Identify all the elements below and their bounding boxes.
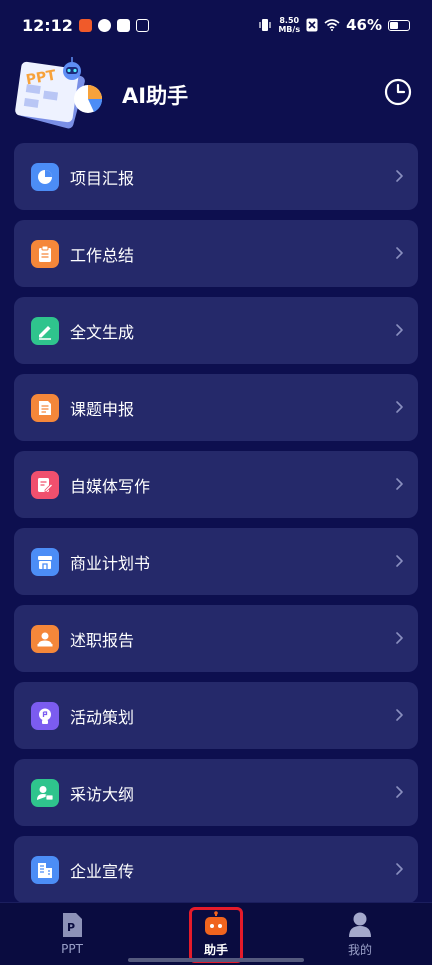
tab-mine[interactable]: 我的 xyxy=(288,903,432,965)
battery-icon xyxy=(388,19,410,31)
menu-list: 项目汇报工作总结全文生成课题申报自媒体写作商业计划书述职报告活动策划采访大纲企业… xyxy=(14,143,418,913)
network-speed-value: 8.50 xyxy=(279,16,300,25)
chevron-right-icon xyxy=(396,863,403,875)
menu-item[interactable]: 企业宣传 xyxy=(14,836,418,903)
clock-icon[interactable] xyxy=(384,78,412,106)
menu-item[interactable]: 商业计划书 xyxy=(14,528,418,595)
clipboard-icon xyxy=(31,239,59,268)
status-left: 12:12 xyxy=(22,16,149,35)
menu-item[interactable]: 活动策划 xyxy=(14,682,418,749)
store-icon xyxy=(31,547,59,576)
menu-item[interactable]: 述职报告 xyxy=(14,605,418,672)
notification-circle-icon xyxy=(97,18,111,32)
ppt-robot-logo xyxy=(15,57,103,129)
menu-item[interactable]: 工作总结 xyxy=(14,220,418,287)
page-title: AI助手 xyxy=(122,84,189,108)
tab-ppt[interactable]: P PPT xyxy=(0,903,144,965)
pencil-icon xyxy=(31,316,59,345)
battery-percent: 46% xyxy=(346,16,382,34)
menu-item[interactable]: 课题申报 xyxy=(14,374,418,441)
chevron-right-icon xyxy=(396,632,403,644)
profile-icon xyxy=(349,912,371,937)
tab-mine-label: 我的 xyxy=(347,942,372,957)
play-icon xyxy=(135,18,149,32)
chevron-right-icon xyxy=(396,247,403,259)
menu-item[interactable]: 采访大纲 xyxy=(14,759,418,826)
lightbulb-icon xyxy=(31,701,59,730)
chevron-right-icon xyxy=(396,555,403,567)
tab-ppt-label: PPT xyxy=(61,942,83,956)
sim-x-icon xyxy=(306,18,318,32)
chevron-right-icon xyxy=(396,324,403,336)
tab-highlight-frame xyxy=(189,907,243,963)
chevron-right-icon xyxy=(396,401,403,413)
notification-app-icon xyxy=(78,18,92,32)
home-indicator xyxy=(128,958,304,962)
tab-assistant[interactable]: 助手 xyxy=(144,903,288,965)
chevron-right-icon xyxy=(396,786,403,798)
battery-fill xyxy=(390,21,398,29)
status-right: 8.50 MB/s 46% xyxy=(258,16,410,34)
ppt-file-icon: P xyxy=(63,913,82,937)
document-icon xyxy=(31,393,59,422)
vibrate-icon xyxy=(259,19,271,31)
interview-icon xyxy=(31,778,59,807)
header: PPT AI助手 xyxy=(0,50,432,140)
menu-item-label: 企业宣传 xyxy=(70,861,135,881)
building-icon xyxy=(31,855,59,884)
menu-item-label: 全文生成 xyxy=(70,322,135,342)
network-speed: 8.50 MB/s xyxy=(278,16,300,34)
menu-item-label: 采访大纲 xyxy=(70,784,135,804)
bottom-tab-bar: P PPT 助手 我的 xyxy=(0,902,432,965)
menu-item[interactable]: 自媒体写作 xyxy=(14,451,418,518)
menu-item-label: 项目汇报 xyxy=(70,168,135,188)
chevron-right-icon xyxy=(396,478,403,490)
menu-item[interactable]: 项目汇报 xyxy=(14,143,418,210)
menu-item-label: 自媒体写作 xyxy=(70,476,151,496)
mail-icon xyxy=(116,18,130,32)
chevron-right-icon xyxy=(396,170,403,182)
network-speed-unit: MB/s xyxy=(278,25,301,34)
menu-item[interactable]: 全文生成 xyxy=(14,297,418,364)
menu-item-label: 课题申报 xyxy=(70,399,135,419)
svg-text:P: P xyxy=(67,921,75,934)
edit-note-icon xyxy=(31,470,59,499)
wifi-icon xyxy=(324,19,340,31)
status-bar: 12:12 8.50 MB/s 46% xyxy=(0,0,432,50)
menu-item-label: 工作总结 xyxy=(70,245,135,265)
pie-chart-icon xyxy=(31,162,59,191)
menu-item-label: 述职报告 xyxy=(70,630,135,650)
menu-item-label: 商业计划书 xyxy=(70,553,151,573)
status-time: 12:12 xyxy=(22,15,73,35)
chevron-right-icon xyxy=(396,709,403,721)
menu-item-label: 活动策划 xyxy=(70,707,135,727)
person-icon xyxy=(31,624,59,653)
